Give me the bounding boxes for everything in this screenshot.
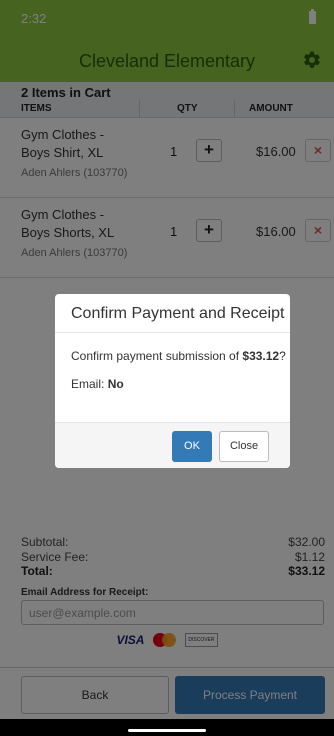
dialog-title: Confirm Payment and Receipt: [71, 305, 285, 322]
dialog-body: Confirm payment submission of $33.12? Em…: [55, 333, 290, 422]
ok-button[interactable]: OK: [172, 431, 212, 462]
home-gesture-handle[interactable]: [128, 729, 206, 732]
email-receipt-status: Email: No: [71, 377, 124, 391]
dialog-footer: OK Close: [55, 422, 290, 468]
confirm-message: Confirm payment submission of $33.12?: [71, 349, 286, 363]
dialog-header: Confirm Payment and Receipt: [55, 294, 290, 333]
confirm-suffix: ?: [279, 349, 286, 363]
email-status-label: Email:: [71, 377, 108, 391]
confirm-prefix: Confirm payment submission of: [71, 349, 243, 363]
confirm-payment-dialog: Confirm Payment and Receipt Confirm paym…: [55, 294, 290, 468]
close-button[interactable]: Close: [219, 431, 269, 462]
system-nav-bar: [0, 719, 334, 736]
email-status-value: No: [107, 377, 124, 391]
confirm-amount: $33.12: [242, 349, 280, 363]
